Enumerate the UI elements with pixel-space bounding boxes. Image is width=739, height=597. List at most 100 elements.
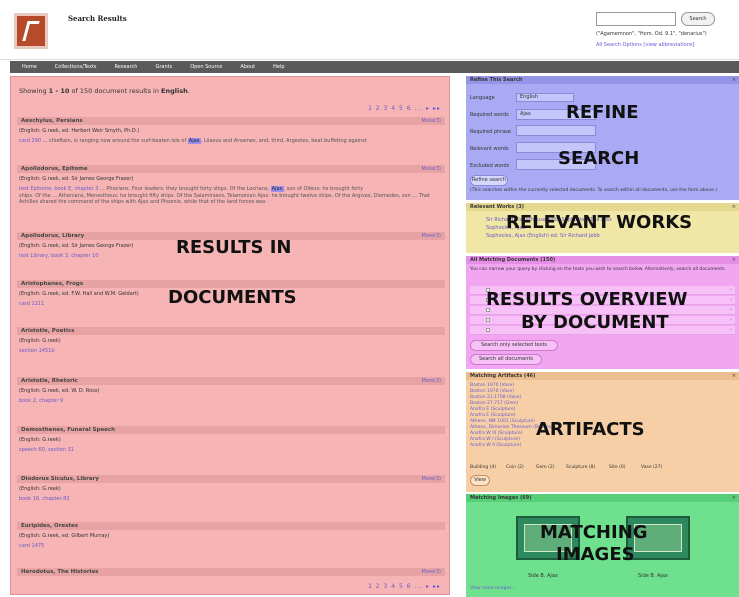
result-title[interactable]: Demosthenes, Funeral Speech [21,427,115,433]
result-location-link[interactable]: speech 60, section 31 [19,447,443,453]
showing-suffix: . [187,87,190,95]
more-images-link[interactable]: View more images... [470,586,516,591]
result-location-link[interactable]: section 1451b [19,348,443,354]
site-logo-icon[interactable] [14,13,48,49]
nav-research[interactable]: Research [115,64,138,70]
search-all-button[interactable]: Search all documents [470,354,542,365]
result-translation[interactable]: (English: G.reek) [19,338,443,344]
doc-checkbox[interactable] [486,328,490,332]
result-title[interactable]: Diodorus Siculus, Library [21,476,99,482]
close-icon[interactable]: × [732,373,736,379]
panel-title: Refine This Search [466,76,739,84]
artifact-item[interactable]: Athens, NM 1001 (Sculpture) [470,419,535,424]
result-translation[interactable]: (English: G.reek, ed. Gilbert Murray) [19,533,443,539]
result-location-link[interactable]: book 2, chapter 9 [19,398,443,404]
showing-language: English [161,87,188,95]
result-location-link[interactable]: card 290 [19,138,41,144]
artifact-item[interactable]: Anafra E (Sculpture) [470,407,516,412]
result-item: Aristotle, Poetics (English: G.reek) sec… [17,327,445,354]
close-icon[interactable]: × [732,204,736,210]
refine-search-panel: Refine This Search × Language English Re… [466,76,739,200]
result-item: Euripides, Orestes (English: G.reek, ed.… [17,522,445,549]
result-snippet: ... chieftain, is ranging now around the… [42,138,188,144]
nav-help[interactable]: Help [273,64,284,70]
showing-mid: of 150 document results in [69,87,162,95]
result-title[interactable]: Aristotle, Poetics [21,328,74,334]
more-link[interactable]: More(3) [422,233,441,239]
result-title[interactable]: Aristophanes, Frogs [21,281,83,287]
result-translation[interactable]: (English: G.reek) [19,437,443,443]
artifact-item[interactable]: Anafra W III (Sculpture) [470,431,523,436]
result-title[interactable]: Apollodorus, Library [21,233,84,239]
overlay-refine-a: REFINE [566,102,639,123]
matching-images-panel: Matching Images (69) × Side B. Ajax Side… [466,494,739,597]
result-title[interactable]: Herodotus, The Histories [21,569,98,575]
result-item: Diodorus Siculus, Library More(3) (Englis… [17,475,445,502]
image-caption: Side B. Ajax [638,573,668,579]
panel-title: Relevant Works (3) [466,203,739,211]
artifact-item[interactable]: Boston 27.717 (Gem) [470,401,518,406]
result-title[interactable]: Aristotle, Rhetoric [21,378,78,384]
search-input[interactable] [596,12,676,26]
required-words-label: Required words [470,112,509,118]
artifact-item[interactable]: Anafra E (Sculpture) [470,413,516,418]
overlay-works: RELEVANT WORKS [506,212,693,233]
view-button[interactable]: View [470,475,490,486]
close-icon[interactable]: × [732,257,736,263]
language-select[interactable]: English [516,93,574,102]
work-item[interactable]: Sophocles, Ajax (English) ed. Sir Richar… [486,233,600,239]
result-translation[interactable]: (English: G.reek, ed. Sir James George F… [19,176,443,182]
facet-gem[interactable]: Gem (2) [536,465,554,470]
result-translation[interactable]: (English: G.reek) [19,486,443,492]
doc-checkbox[interactable] [486,318,490,322]
facet-coin[interactable]: Coin (2) [506,465,524,470]
nav-home[interactable]: Home [22,64,37,70]
language-label: Language [470,95,495,101]
more-link[interactable]: More(3) [422,118,441,124]
search-selected-button[interactable]: Search only selected texts [470,340,558,351]
result-location-link[interactable]: card 1475 [19,543,443,549]
chevron-right-icon: › [730,327,732,333]
artifact-item[interactable]: Anafra W II (Sculpture) [470,443,521,448]
nav-collections[interactable]: Collections/Texts [55,64,97,70]
pager-bottom[interactable]: 1 2 3 4 5 6 ... ▸ ▸▸ [368,583,441,590]
artifact-item[interactable]: Boston 21.1708 (Vase) [470,395,521,400]
search-button[interactable]: Search [681,12,715,26]
facet-vase[interactable]: Vase (27) [641,465,662,470]
result-location-link[interactable]: text Epitome, book E, chapter 3 [19,186,98,192]
page-title: Search Results [68,14,127,23]
search-options-link[interactable]: All Search Options [view abbreviations] [596,42,694,48]
nav-grants[interactable]: Grants [155,64,172,70]
nav-about[interactable]: About [240,64,255,70]
result-translation[interactable]: (English: G.reek, ed. W. D. Ross) [19,388,443,394]
facet-site[interactable]: Site (0) [609,465,625,470]
overlay-artifacts: ARTIFACTS [536,419,645,440]
result-title[interactable]: Aeschylus, Persians [21,118,83,124]
result-translation[interactable]: (English: G.reek, ed. Herbert Weir Smyth… [19,128,443,134]
result-title[interactable]: Apollodorus, Epitome [21,166,88,172]
artifact-item[interactable]: Boston 1970 (Vase) [470,389,514,394]
chevron-right-icon: › [730,307,732,313]
panel-title: All Matching Documents (150) [466,256,739,264]
facet-building[interactable]: Building (4) [470,465,496,470]
facet-sculpture[interactable]: Sculpture (8) [566,465,595,470]
chevron-right-icon: › [730,317,732,323]
result-snippet-tail: , Lilaeus and Arsames, and, third, Arges… [200,138,367,144]
required-phrase-input[interactable] [516,125,596,136]
result-item: Apollodorus, Epitome More(3) (English: G.… [17,165,445,205]
result-title[interactable]: Euripides, Orestes [21,523,78,529]
pager-top[interactable]: 1 2 3 4 5 6 ... ▸ ▸▸ [368,105,441,112]
more-link[interactable]: More(3) [422,476,441,482]
nav-open-source[interactable]: Open Source [190,64,222,70]
refine-search-button[interactable]: Refine search [470,175,508,186]
artifact-item[interactable]: Anafra W I (Sculpture) [470,437,520,442]
more-link[interactable]: More(3) [422,569,441,575]
close-icon[interactable]: × [732,495,736,501]
more-link[interactable]: More(3) [422,378,441,384]
more-link[interactable]: More(3) [422,166,441,172]
overlay-results-b: DOCUMENTS [168,287,297,308]
result-location-link[interactable]: book 16, chapter 82 [19,496,443,502]
required-phrase-label: Required phrase [470,129,511,135]
close-icon[interactable]: × [732,77,736,83]
artifact-item[interactable]: Boston 1970 (Vase) [470,383,514,388]
